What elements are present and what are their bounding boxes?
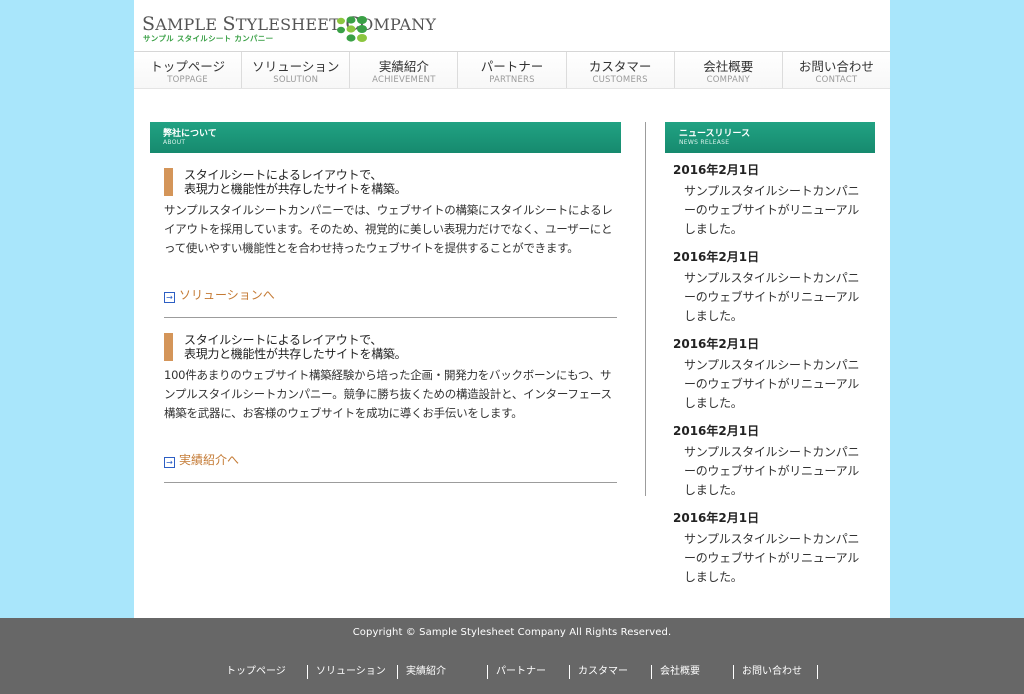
footer-link-partners[interactable]: パートナー xyxy=(488,665,570,679)
news-list: 2016年2月1日 サンプルスタイルシートカンパニーのウェブサイトがリニューアル… xyxy=(665,158,875,593)
article-body: 100件あまりのウェブサイト構築経験から培った企画・開発力をバックボーンにもつ、… xyxy=(164,368,612,420)
about-section-header: 弊社について ABOUT xyxy=(150,122,621,153)
gnav-item-solution[interactable]: ソリューション SOLUTION xyxy=(241,52,349,88)
news-date: 2016年2月1日 xyxy=(673,250,760,264)
headline-accent-bar xyxy=(164,168,173,196)
global-nav: トップページ TOPPAGE ソリューション SOLUTION 実績紹介 ACHIEV… xyxy=(134,51,890,89)
footer-nav: トップページ ソリューション 実績紹介 パートナー カスタマー 会社概要 お問い… xyxy=(226,665,818,679)
footer-separator xyxy=(817,665,818,679)
news-title-en: NEWS RELEASE xyxy=(679,139,730,146)
news-text: サンプルスタイルシートカンパニーのウェブサイトがリニューアルしました。 xyxy=(684,532,860,584)
gnav-item-toppage[interactable]: トップページ TOPPAGE xyxy=(134,52,241,88)
logo-subtitle: サンプル スタイルシート カンパニー xyxy=(143,34,274,43)
news-text: サンプルスタイルシートカンパニーのウェブサイトがリニューアルしました。 xyxy=(684,184,860,236)
footer-link-company[interactable]: 会社概要 xyxy=(652,665,734,679)
logo-wordmark: SAMPLE STYLESHEET COMPANY xyxy=(142,13,437,35)
news-text: サンプルスタイルシートカンパニーのウェブサイトがリニューアルしました。 xyxy=(684,271,860,323)
gnav-item-company[interactable]: 会社概要 COMPANY xyxy=(673,52,782,88)
footer-link-toppage[interactable]: トップページ xyxy=(226,665,308,679)
page-container: SAMPLE STYLESHEET COMPANY サンプル スタイルシート カ… xyxy=(134,0,890,618)
news-text: サンプルスタイルシートカンパニーのウェブサイトがリニューアルしました。 xyxy=(684,445,860,497)
achievement-link[interactable]: → 実績紹介へ xyxy=(164,451,239,468)
about-title-en: ABOUT xyxy=(163,139,186,146)
company-logo[interactable]: SAMPLE STYLESHEET COMPANY サンプル スタイルシート カ… xyxy=(142,13,436,45)
gnav-item-achievement[interactable]: 実績紹介 ACHIEVEMENT xyxy=(349,52,457,88)
about-article: スタイルシートによるレイアウトで、 表現力と機能性が共存したサイトを構築。 サン… xyxy=(164,168,617,318)
about-article: スタイルシートによるレイアウトで、 表現力と機能性が共存したサイトを構築。 10… xyxy=(164,333,617,483)
news-text: サンプルスタイルシートカンパニーのウェブサイトがリニューアルしました。 xyxy=(684,358,860,410)
news-date: 2016年2月1日 xyxy=(673,337,760,351)
article-body: サンプルスタイルシートカンパニーでは、ウェブサイトの構築にスタイルシートによるレ… xyxy=(164,203,613,255)
arrow-right-icon: → xyxy=(164,292,175,303)
article-headline: スタイルシートによるレイアウトで、 表現力と機能性が共存したサイトを構築。 xyxy=(164,168,617,198)
news-section-header: ニュースリリース NEWS RELEASE xyxy=(665,122,875,153)
main-content: 弊社について ABOUT スタイルシートによるレイアウトで、 表現力と機能性が共… xyxy=(150,122,621,483)
about-title: 弊社について xyxy=(163,129,217,139)
news-date: 2016年2月1日 xyxy=(673,511,760,525)
footer-link-achievement[interactable]: 実績紹介 xyxy=(398,665,488,679)
footer: Copyright © Sample Stylesheet Company Al… xyxy=(0,618,1024,694)
gnav-item-partners[interactable]: パートナー PARTNERS xyxy=(457,52,565,88)
arrow-right-icon: → xyxy=(164,457,175,468)
column-divider xyxy=(645,122,646,496)
gnav-item-customers[interactable]: カスタマー CUSTOMERS xyxy=(565,52,674,88)
logo-dots-icon xyxy=(337,16,367,42)
sidebar: ニュースリリース NEWS RELEASE 2016年2月1日 サンプルスタイル… xyxy=(665,122,875,593)
news-date: 2016年2月1日 xyxy=(673,163,760,177)
article-headline: スタイルシートによるレイアウトで、 表現力と機能性が共存したサイトを構築。 xyxy=(164,333,617,363)
solution-link[interactable]: → ソリューションへ xyxy=(164,286,275,303)
gnav-item-contact[interactable]: お問い合わせ CONTACT xyxy=(781,52,890,88)
headline-accent-bar xyxy=(164,333,173,361)
news-title: ニュースリリース xyxy=(679,129,751,139)
footer-link-contact[interactable]: お問い合わせ xyxy=(734,665,818,679)
footer-link-solution[interactable]: ソリューション xyxy=(308,665,398,679)
copyright-text: Copyright © Sample Stylesheet Company Al… xyxy=(352,627,672,638)
footer-link-customers[interactable]: カスタマー xyxy=(570,665,652,679)
news-date: 2016年2月1日 xyxy=(673,424,760,438)
